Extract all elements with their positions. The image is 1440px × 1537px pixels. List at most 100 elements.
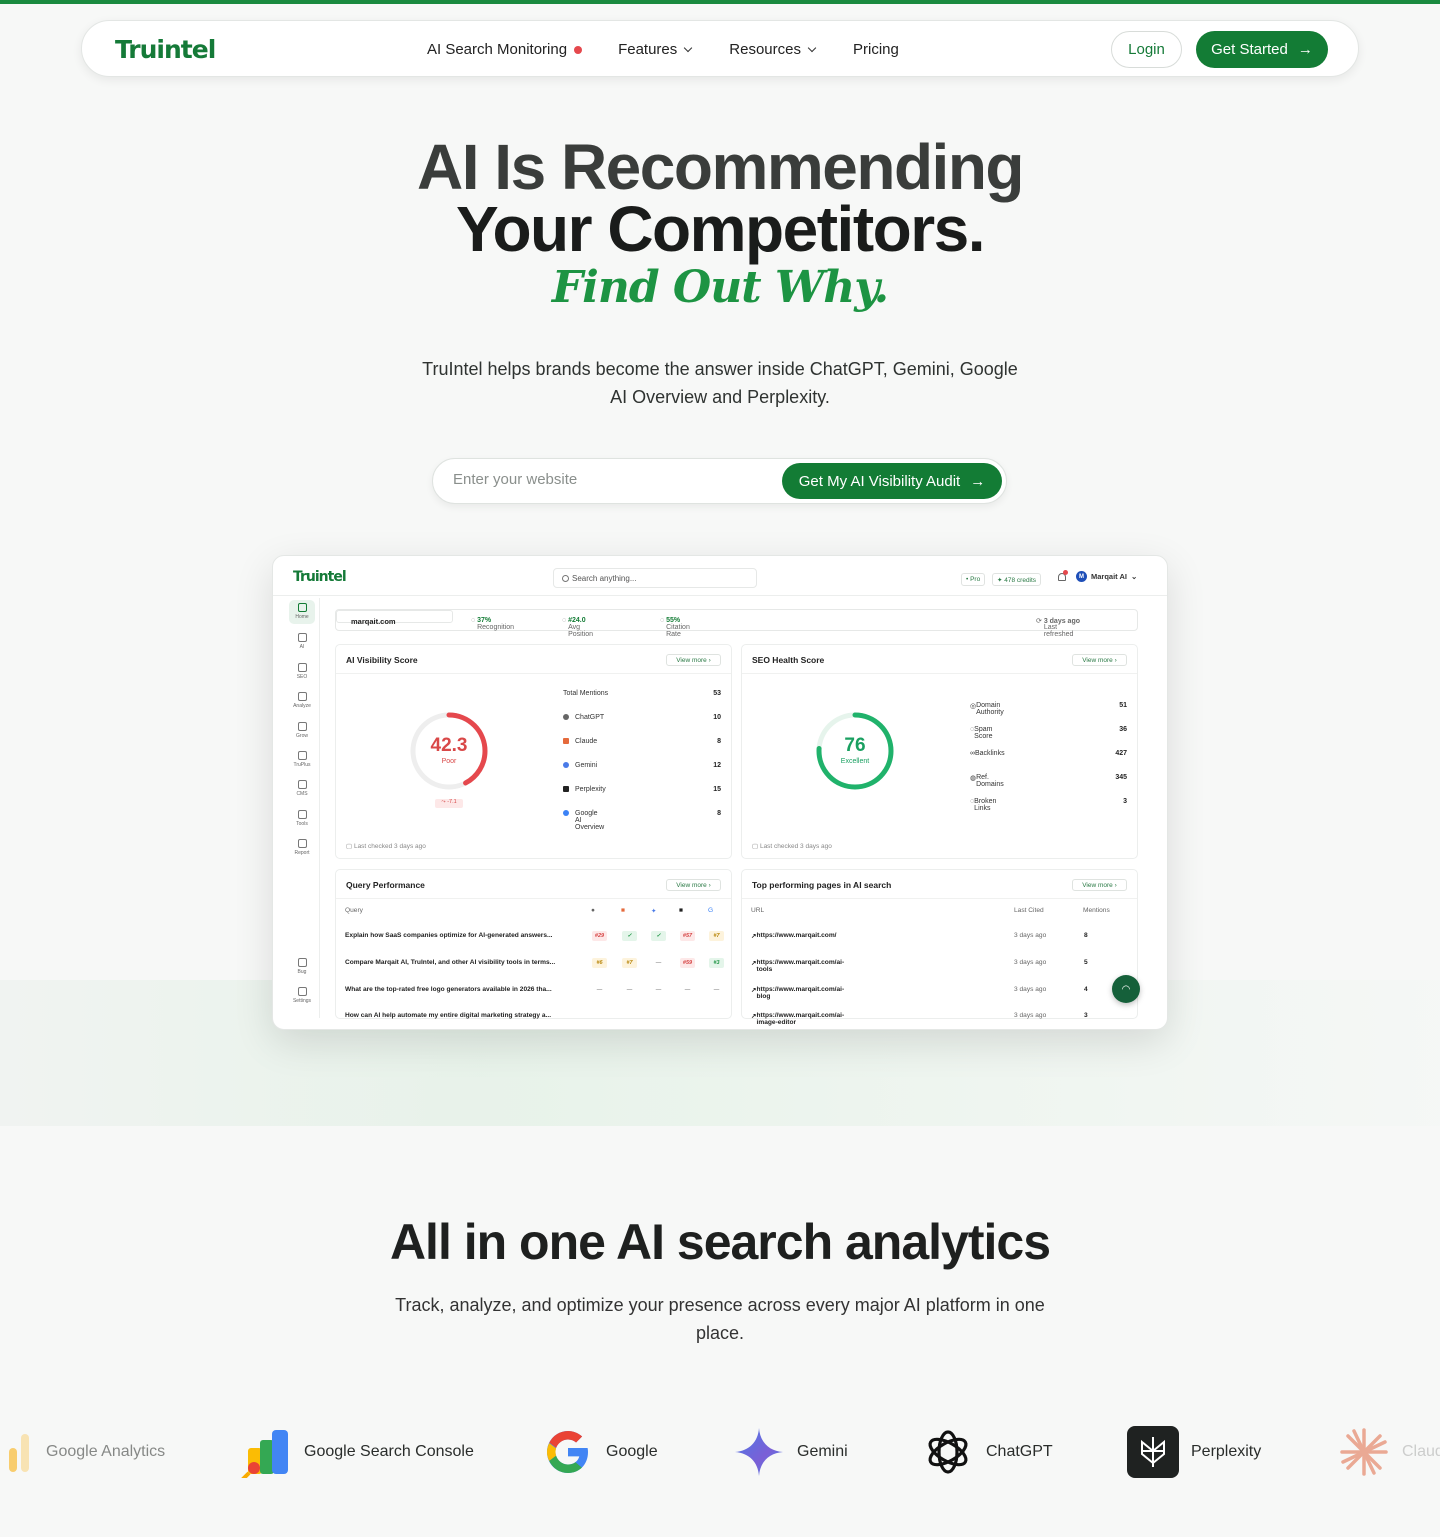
rank-badge: #6 — [592, 958, 607, 968]
sidebar-item-tools[interactable]: Tools — [289, 810, 315, 827]
row-label: ChatGPT — [575, 714, 605, 721]
nav-link-ai-search-monitoring[interactable]: AI Search Monitoring — [427, 41, 583, 58]
get-started-button[interactable]: Get Started → — [1196, 31, 1328, 68]
view-more-button[interactable]: View more › — [666, 879, 721, 891]
query-text: Explain how SaaS companies optimize for … — [345, 932, 553, 939]
view-more-label: View more — [676, 882, 707, 889]
ai-visibility-card: AI Visibility Score View more › 42.3 Poo… — [335, 644, 732, 859]
query-performance-card: Query Performance View more › Query ● ■ … — [335, 869, 732, 1019]
user-name: Marqait AI — [1091, 572, 1127, 581]
last-checked-text: Last checked 3 days ago — [353, 843, 426, 850]
visibility-audit-button[interactable]: Get My AI Visibility Audit → — [782, 463, 1002, 499]
query-text: What are the top-rated free logo generat… — [345, 986, 552, 993]
score-rating: Poor — [441, 758, 457, 765]
bell-icon[interactable] — [1058, 570, 1068, 581]
sidebar-item-label: SEO — [296, 674, 308, 680]
stat-value: 37% — [477, 617, 492, 624]
row-value: 53 — [713, 690, 721, 697]
avg-position-stat: ◌ Avg Position #24.0 — [562, 617, 594, 638]
nav-link-pricing[interactable]: Pricing — [853, 41, 899, 58]
row-value: 36 — [1119, 726, 1127, 733]
page-url[interactable]: https://www.marqait.com/ai-image-editor — [757, 1012, 845, 1026]
sidebar-item-analyze[interactable]: Analyze — [289, 692, 315, 709]
main-navbar: Truintel AI Search Monitoring Features R… — [81, 20, 1359, 77]
domain-summary-bar: marqait.com ◌ Recognition 37% ◌ Avg Posi… — [335, 609, 1138, 638]
avatar: M — [1076, 571, 1087, 582]
sidebar-item-cms[interactable]: CMS — [289, 780, 315, 797]
query-text: Compare Marqait AI, TruIntel, and other … — [345, 959, 556, 966]
score-value: 76 — [844, 735, 866, 756]
document-search-icon — [297, 751, 307, 760]
ai-visibility-gauge: 42.3 Poor — [409, 711, 489, 791]
dashboard-preview: Truintel Search anything... • Pro ✦ 478 … — [272, 555, 1168, 1030]
dashboard-sidebar: Home AI SEO Analyze Grow TruPlus CMS Too… — [285, 598, 320, 1018]
integration-label: Google Analytics — [46, 1443, 166, 1460]
row-value: 345 — [1115, 774, 1127, 781]
plan-label: Pro — [970, 576, 981, 583]
row-value: 8 — [717, 810, 721, 817]
rank-badge: #57 — [680, 931, 695, 941]
sidebar-item-ai[interactable]: AI — [289, 633, 315, 650]
brand-logo[interactable]: Truintel — [115, 35, 216, 64]
hero-title-highlight: Find Out Why. — [551, 262, 889, 313]
sidebar-item-label: Home — [295, 614, 309, 620]
integration-google-analytics: Google Analytics — [4, 1420, 165, 1484]
last-cited: 3 days ago — [1014, 1012, 1047, 1019]
hero-subtitle: TruIntel helps brands become the answer … — [422, 359, 1018, 407]
website-audit-form: Get My AI Visibility Audit → — [432, 458, 1007, 504]
growth-icon — [297, 722, 307, 731]
user-menu[interactable]: M Marqait AI ⌄ — [1076, 571, 1137, 582]
sidebar-item-settings[interactable]: Settings — [289, 987, 315, 1004]
hero-title-line2: Your Competitors. — [456, 193, 986, 265]
page-url[interactable]: https://www.marqait.com/ai-tools — [757, 959, 845, 973]
rank-badge: — — [713, 987, 720, 993]
nav-link-features[interactable]: Features — [618, 41, 693, 58]
row-label: Ref. Domains — [976, 774, 1004, 788]
sidebar-item-home[interactable]: Home — [289, 600, 315, 624]
sidebar-item-seo[interactable]: SEO — [289, 663, 315, 680]
report-icon — [297, 839, 307, 848]
headset-icon: ◠ — [1121, 983, 1131, 995]
website-input[interactable] — [453, 471, 753, 488]
wrench-icon — [297, 810, 307, 819]
sidebar-item-label: Grow — [296, 733, 308, 739]
credits-badge[interactable]: ✦ 478 credits — [992, 573, 1042, 586]
sidebar-item-bug[interactable]: Bug — [289, 958, 315, 975]
rank-badge: ✓ — [622, 931, 637, 941]
sidebar-item-truplus[interactable]: TruPlus — [289, 751, 315, 768]
sidebar-item-grow[interactable]: Grow — [289, 722, 315, 739]
domain-selector[interactable]: marqait.com — [336, 610, 453, 626]
plan-badge[interactable]: • Pro — [961, 573, 986, 586]
support-chat-button[interactable]: ◠ — [1112, 975, 1140, 1003]
sidebar-item-label: AI — [299, 644, 305, 650]
arrow-right-icon: → — [1297, 41, 1313, 58]
home-icon — [297, 603, 307, 612]
gear-icon — [297, 987, 307, 996]
chatgpt-icon: ● — [591, 907, 595, 914]
view-more-button[interactable]: View more › — [1072, 879, 1127, 891]
nav-link-label: AI Search Monitoring — [427, 41, 568, 58]
sidebar-item-report[interactable]: Report — [289, 839, 315, 856]
login-button[interactable]: Login — [1111, 31, 1182, 68]
row-value: 15 — [713, 786, 721, 793]
page-url[interactable]: https://www.marqait.com/ai-blog — [757, 986, 845, 1000]
view-more-button[interactable]: View more › — [1072, 654, 1127, 666]
last-cited: 3 days ago — [1014, 932, 1047, 939]
nav-link-resources[interactable]: Resources — [729, 41, 817, 58]
top-pages-card: Top performing pages in AI search View m… — [741, 869, 1138, 1026]
divider — [336, 673, 731, 674]
nav-link-label: Features — [618, 41, 678, 58]
sidebar-item-label: TruPlus — [293, 762, 311, 768]
dashboard-search-input[interactable]: Search anything... — [553, 568, 757, 588]
nav-links: AI Search Monitoring Features Resources … — [427, 41, 899, 58]
page-url[interactable]: https://www.marqait.com/ — [757, 932, 837, 939]
seo-health-gauge: 76 Excellent — [815, 711, 895, 791]
nav-link-label: Pricing — [852, 41, 899, 58]
view-more-button[interactable]: View more › — [666, 654, 721, 666]
mentions-count: 8 — [1084, 932, 1088, 939]
rank-badge: — — [655, 960, 662, 966]
claude-icon — [1338, 1426, 1390, 1478]
recognition-stat: ◌ Recognition 37% — [471, 617, 515, 631]
nav-link-label: Resources — [729, 41, 801, 58]
row-value: 3 — [1123, 798, 1127, 805]
